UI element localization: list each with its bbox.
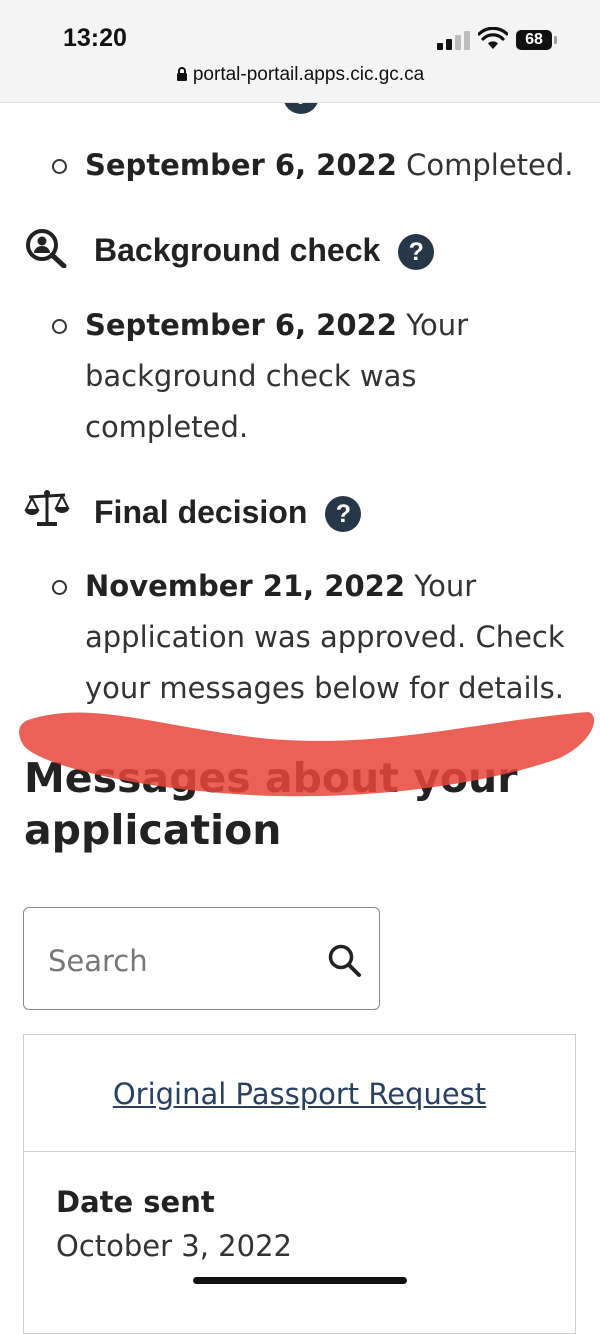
status-bar: 13:20 68 portal-portail.apps.cic.gc.ca [0,0,600,103]
message-search-box [23,907,380,1010]
bullet-icon [52,319,67,334]
url-text: portal-portail.apps.cic.gc.ca [192,64,425,85]
date-sent-value: October 3, 2022 [56,1229,292,1263]
biometrics-text: Completed. [396,148,574,182]
background-check-icon [26,229,67,268]
messages-heading: Messages about your application [24,754,518,854]
home-indicator[interactable] [193,1277,407,1284]
message-card: Original Passport Request Date sent Octo… [23,1034,576,1334]
background-check-title: Background check? [94,232,435,270]
final-decision-date: November 21, 2022 [85,569,405,603]
message-link[interactable]: Original Passport Request [113,1077,486,1111]
message-link-row: Original Passport Request [24,1035,575,1152]
signal-icon [437,30,471,50]
final-decision-label: Final decision [94,494,308,530]
battery-icon: 68 [516,30,557,50]
lock-icon [176,67,187,81]
search-icon[interactable] [327,943,363,979]
clock: 13:20 [63,24,127,52]
scales-icon [24,490,70,526]
wifi-icon [478,27,508,49]
help-icon[interactable]: ? [398,234,435,270]
biometrics-date: September 6, 2022 [85,148,397,182]
date-sent-label: Date sent [56,1185,215,1219]
background-check-status: September 6, 2022 Your background check … [85,300,575,453]
address-bar[interactable]: portal-portail.apps.cic.gc.ca [0,64,600,86]
background-check-date: September 6, 2022 [85,308,397,342]
final-decision-title: Final decision? [94,494,362,532]
bullet-icon [52,159,67,174]
search-input[interactable] [46,938,320,984]
final-decision-status: November 21, 2022 Your application was a… [85,561,575,714]
background-check-label: Background check [94,232,381,268]
help-icon[interactable]: ? [325,496,362,532]
biometrics-status: September 6, 2022 Completed. [85,140,575,191]
bullet-icon [52,580,67,595]
